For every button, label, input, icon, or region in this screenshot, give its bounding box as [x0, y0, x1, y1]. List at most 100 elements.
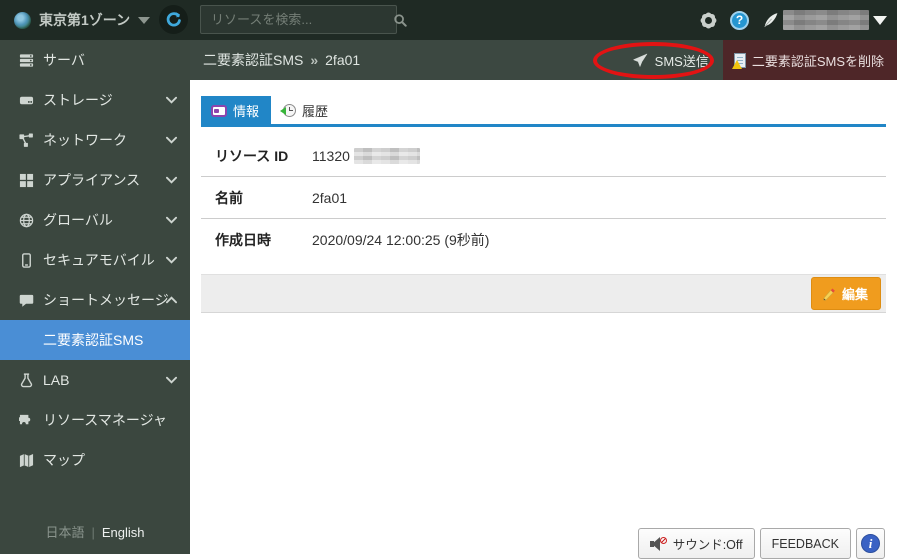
sms-send-button[interactable]: SMS送信 [618, 40, 723, 80]
sidebar-item-secure-mobile[interactable]: セキュアモバイル [0, 240, 190, 280]
chevron-down-icon [166, 96, 177, 104]
row-value: 11320 [312, 148, 420, 164]
speaker-muted-icon [650, 537, 667, 551]
edit-label: 編集 [842, 284, 868, 303]
sidebar-item-storage[interactable]: ストレージ [0, 80, 190, 120]
sidebar-item-short-message[interactable]: ショートメッセージ [0, 280, 190, 320]
info-icon: i [861, 534, 880, 553]
sidebar-item-global[interactable]: グローバル [0, 200, 190, 240]
sidebar-item-resource-manager[interactable]: リソースマネージャ [0, 400, 190, 440]
sidebar-item-label: ショートメッセージ [43, 290, 169, 310]
table-row-resource-id: リソース ID 11320 [201, 135, 886, 177]
search-icon[interactable] [393, 13, 407, 27]
zone-globe-icon [14, 12, 31, 29]
message-icon [18, 292, 34, 308]
chevron-down-icon [166, 376, 177, 384]
delete-2fa-sms-button[interactable]: 二要素認証SMSを削除 [723, 40, 897, 80]
sidebar-item-map[interactable]: マップ [0, 440, 190, 480]
chevron-down-icon [166, 136, 177, 144]
chevron-down-icon [166, 176, 177, 184]
main-body: 情報 履歴 リソース ID 11320 名前 2fa01 [190, 80, 897, 313]
feedback-button[interactable]: FEEDBACK [760, 528, 851, 559]
edit-button[interactable]: 編集 [811, 277, 881, 310]
tab-bar: 情報 履歴 [201, 96, 886, 127]
gear-icon[interactable] [700, 12, 717, 29]
tab-history[interactable]: 履歴 [271, 96, 340, 124]
chevron-up-icon [166, 296, 177, 304]
sidebar-item-label: リソースマネージャ [43, 410, 167, 430]
refresh-button[interactable] [159, 5, 188, 34]
topbar: 東京第1ゾーン ? [0, 0, 897, 40]
account-name-redacted [783, 10, 869, 30]
row-value: 2020/09/24 12:00:25 (9秒前) [312, 230, 489, 250]
account-menu[interactable] [762, 10, 887, 30]
globe-wire-icon [18, 212, 34, 228]
breadcrumb: 二要素認証SMS » 2fa01 [190, 50, 618, 70]
delete-doc-icon [734, 53, 746, 68]
language-separator: | [91, 525, 94, 540]
resource-id-value: 11320 [312, 148, 350, 164]
search-input[interactable] [201, 12, 393, 27]
sidebar-item-label: ネットワーク [43, 130, 127, 150]
paper-plane-icon [632, 53, 648, 68]
floating-buttons: サウンド:Off FEEDBACK i [638, 528, 885, 559]
refresh-icon [165, 11, 182, 28]
feedback-label: FEEDBACK [772, 537, 839, 551]
sidebar-item-appliance[interactable]: アプライアンス [0, 160, 190, 200]
row-label: リソース ID [201, 146, 312, 166]
help-icon[interactable]: ? [730, 11, 749, 30]
topbar-right: ? [700, 0, 887, 40]
breadcrumb-separator: » [310, 52, 318, 68]
sidebar-item-label: マップ [43, 450, 85, 470]
table-row-created-at: 作成日時 2020/09/24 12:00:25 (9秒前) [201, 219, 886, 261]
search-box [200, 5, 397, 34]
action-bar: 編集 [201, 274, 886, 313]
delete-label: 二要素認証SMSを削除 [752, 51, 884, 70]
map-icon [18, 452, 34, 468]
sms-send-label: SMS送信 [655, 51, 709, 70]
info-button[interactable]: i [856, 528, 885, 559]
zone-selector[interactable]: 東京第1ゾーン [0, 10, 150, 30]
language-ja[interactable]: 日本語 [45, 525, 84, 540]
chevron-down-icon [166, 216, 177, 224]
info-table: リソース ID 11320 名前 2fa01 作成日時 2020/09/24 1… [201, 135, 886, 261]
chevron-down-icon [873, 16, 887, 25]
mobile-icon [18, 252, 34, 268]
tab-info-label: 情報 [233, 101, 259, 120]
chevron-down-icon [138, 17, 150, 24]
row-value: 2fa01 [312, 190, 347, 206]
appliance-icon [18, 172, 34, 188]
sidebar-item-label: セキュアモバイル [43, 250, 155, 270]
server-icon [18, 52, 34, 68]
storage-icon [18, 92, 34, 108]
tab-info[interactable]: 情報 [201, 96, 271, 124]
sidebar-item-network[interactable]: ネットワーク [0, 120, 190, 160]
row-label: 名前 [201, 188, 312, 208]
puzzle-icon [18, 412, 34, 428]
row-label: 作成日時 [201, 230, 312, 250]
tab-history-label: 履歴 [302, 101, 328, 120]
sidebar-item-label: サーバ [43, 50, 85, 70]
resource-id-redacted [354, 148, 420, 164]
table-row-name: 名前 2fa01 [201, 177, 886, 219]
language-en[interactable]: English [102, 525, 145, 540]
sound-label: サウンド:Off [673, 534, 743, 553]
sidebar-item-label: 二要素認証SMS [43, 330, 143, 350]
sidebar-item-label: グローバル [43, 210, 113, 230]
sidebar: サーバ ストレージ ネットワーク [0, 40, 190, 554]
app-root: { "topbar": { "zone_label": "東京第1ゾーン", "… [0, 0, 897, 554]
sound-toggle-button[interactable]: サウンド:Off [638, 528, 755, 559]
main-panel: 二要素認証SMS » 2fa01 SMS送信 二要素認証SMSを削除 情報 [190, 40, 897, 554]
network-icon [18, 132, 34, 148]
pencil-icon [821, 286, 836, 301]
info-card-icon [211, 105, 227, 117]
sidebar-item-label: アプライアンス [43, 170, 140, 190]
sidebar-item-label: ストレージ [43, 90, 113, 110]
resource-header: 二要素認証SMS » 2fa01 SMS送信 二要素認証SMSを削除 [190, 40, 897, 80]
sidebar-item-2fa-sms[interactable]: 二要素認証SMS [0, 320, 190, 360]
sidebar-item-server[interactable]: サーバ [0, 40, 190, 80]
breadcrumb-parent[interactable]: 二要素認証SMS [203, 50, 303, 70]
breadcrumb-current: 2fa01 [325, 52, 360, 68]
zone-label: 東京第1ゾーン [39, 10, 130, 30]
sidebar-item-lab[interactable]: LAB [0, 360, 190, 400]
